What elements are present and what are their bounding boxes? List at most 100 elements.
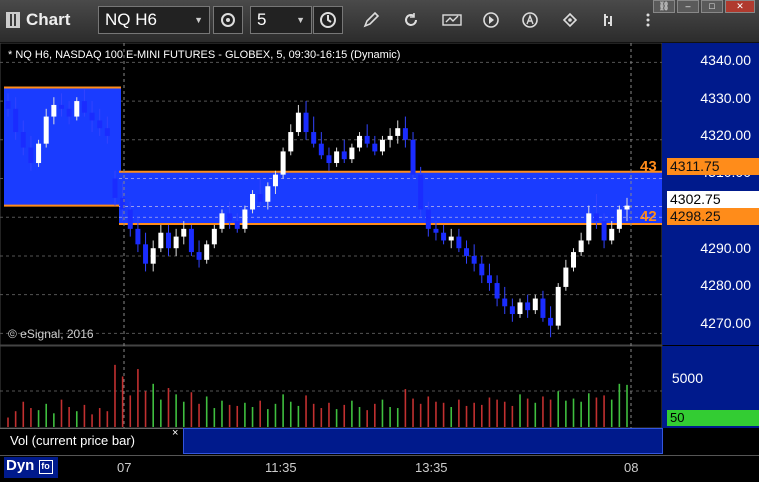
chart-description: * NQ H6, NASDAQ 100 E-MINI FUTURES - GLO… [8,49,401,61]
time-tick-label: 08 [624,460,639,475]
volume-study-label[interactable]: Vol (current price bar) [0,428,183,454]
window-controls: ⛓ – □ ✕ [653,0,755,13]
cursor-icon [562,12,578,28]
candle-body [532,298,538,311]
time-axis[interactable]: 07 11:35 13:35 08 [0,455,759,482]
play-icon [483,12,499,28]
symbol-dropdown[interactable]: NQ H6 ▼ [98,6,210,34]
candle-body [372,143,378,152]
volume-tick-label: 5000 [671,370,703,386]
candle-body [28,147,34,164]
candle-body [74,101,80,117]
play-button[interactable] [480,9,502,31]
candle-body [272,174,278,187]
candle-body [265,186,271,202]
minimize-button[interactable]: – [677,0,699,13]
copyright-text: © eSignal, 2016 [8,327,94,341]
candle-body [36,143,42,164]
candle-body [318,143,324,156]
candle-body [379,139,385,152]
candle-body [616,209,622,229]
candle-body [181,228,187,237]
upper-zone-marker-label: 43 [640,158,657,175]
window-title-text: Chart [26,10,71,29]
candle-body [227,213,233,222]
price-chart[interactable] [0,43,759,455]
candle-body [357,135,363,148]
dynamic-mode-label: Dyn [6,457,35,474]
price-zone [119,171,662,225]
symbol-value: NQ H6 [105,10,157,29]
more-vertical-icon [646,13,650,27]
candle-body [593,213,599,222]
candle-body [204,244,210,260]
bar-tool-button[interactable] [598,9,620,31]
price-tick-label: 4330.00 [700,90,751,106]
candle-body [471,255,477,264]
candle-body [303,112,309,133]
candle-body [540,298,546,318]
candle-body [280,151,286,175]
candle-body [13,108,19,133]
refresh-button[interactable] [400,9,422,31]
candle-body [173,236,179,249]
candle-body [43,116,49,144]
candle-body [58,104,64,109]
candle-body [158,232,164,249]
close-icon[interactable]: × [172,427,178,439]
chevron-down-icon: ▼ [296,15,305,25]
candle-body [135,228,141,245]
candle-body [425,209,431,229]
candle-body [601,221,607,241]
candle-body [517,302,523,315]
pencil-icon [363,11,380,28]
candle-body [20,132,26,148]
toolbar: Chart NQ H6 ▼ 5 ▼ ⛓ – □ ✕ [0,0,759,43]
time-tick-label: 13:35 [415,460,448,475]
candle-body [143,244,149,264]
dynamic-mode-button[interactable]: Dyn fo [4,457,58,478]
candle-body [326,155,332,164]
candle-body [188,228,194,253]
chevron-down-icon: ▼ [194,15,203,25]
cursor-tool-button[interactable] [559,9,581,31]
maximize-button[interactable]: □ [701,0,723,13]
draw-tool-button[interactable] [360,9,382,31]
candle-body [578,240,584,253]
candle-body [555,286,561,326]
candle-body [486,275,492,284]
lock-icon: fo [38,460,53,474]
candle-body [464,248,470,256]
bar-icon [604,14,612,26]
interval-dropdown[interactable]: 5 ▼ [250,6,312,34]
candle-body [418,174,424,210]
candle-body [448,236,454,241]
candle-body [395,128,401,136]
candle-body [257,194,263,202]
candle-body [165,232,171,249]
clock-icon [320,12,336,28]
close-button[interactable]: ✕ [725,0,755,13]
candle-body [334,151,340,164]
current-price-tag: 4302.75 [667,191,759,208]
candle-body [509,306,515,315]
chart-window: Chart NQ H6 ▼ 5 ▼ ⛓ – □ ✕ * NQ H6, NASDA… [0,0,759,482]
candle-body [51,104,57,117]
window-title: Chart [6,10,70,30]
link-button[interactable]: ⛓ [653,0,675,13]
candle-body [410,139,416,175]
candle-body [66,108,72,117]
studies-icon [442,14,462,26]
candle-body [89,112,95,121]
candle-body [112,178,118,198]
candle-body [441,232,447,241]
candle-body [5,101,11,109]
candle-body [433,228,439,233]
studies-button[interactable] [441,9,463,31]
interval-clock-button[interactable] [313,6,343,34]
candle-body [211,228,217,245]
alert-button[interactable] [519,9,541,31]
candle-body [288,132,294,152]
candle-body [402,128,408,140]
symbol-settings-button[interactable] [213,6,243,34]
